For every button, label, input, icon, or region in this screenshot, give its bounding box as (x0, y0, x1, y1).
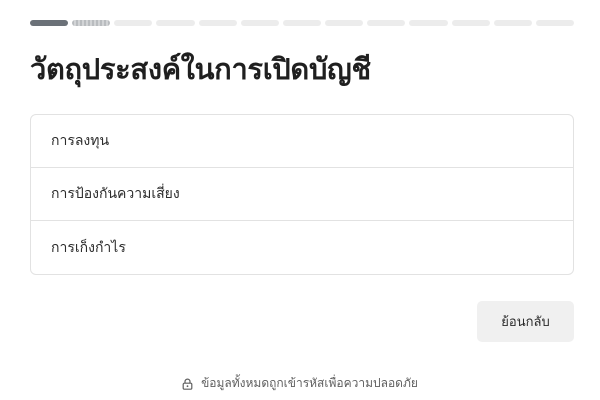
progress-bar (30, 20, 575, 26)
progress-step (114, 20, 153, 26)
progress-step (156, 20, 195, 26)
option-investment[interactable]: การลงทุน (31, 115, 573, 168)
progress-step (367, 20, 406, 26)
progress-step (451, 20, 490, 26)
progress-step (493, 20, 532, 26)
lock-icon (182, 378, 193, 390)
progress-step (30, 20, 69, 26)
option-speculation[interactable]: การเก็งกำไร (31, 221, 573, 274)
progress-step (535, 20, 575, 26)
security-note: ข้อมูลทั้งหมดถูกเข้ารหัสเพื่อความปลอดภัย (0, 374, 600, 393)
purpose-options-list: การลงทุน การป้องกันความเสี่ยง การเก็งกำไ… (30, 114, 574, 275)
progress-step (325, 20, 364, 26)
option-hedging[interactable]: การป้องกันความเสี่ยง (31, 168, 573, 221)
progress-step (72, 20, 111, 26)
progress-step (240, 20, 279, 26)
progress-step (198, 20, 237, 26)
back-button[interactable]: ย้อนกลับ (477, 301, 574, 342)
security-note-text: ข้อมูลทั้งหมดถูกเข้ารหัสเพื่อความปลอดภัย (201, 376, 418, 390)
progress-step (409, 20, 448, 26)
progress-step (282, 20, 322, 26)
page-title: วัตถุประสงค์ในการเปิดบัญชี (30, 52, 371, 86)
